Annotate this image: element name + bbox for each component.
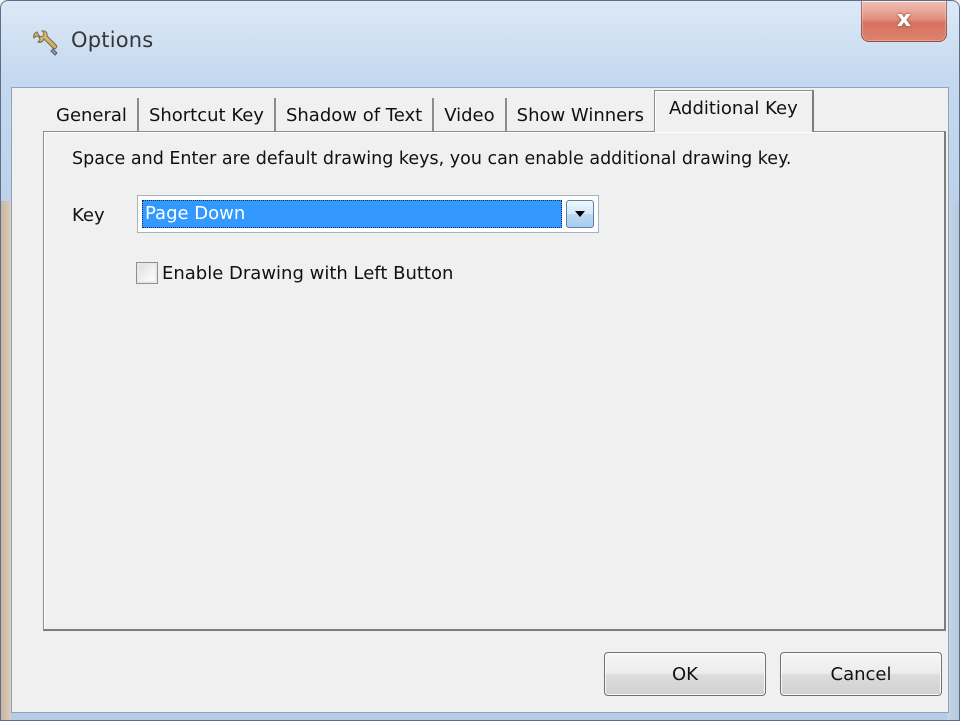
tab-strip: General Shortcut Key Shadow of Text Vide… xyxy=(43,88,814,132)
title-bar[interactable]: Options x xyxy=(1,1,959,87)
additional-key-panel: Space and Enter are default drawing keys… xyxy=(43,131,946,631)
key-select-dropdown-button[interactable] xyxy=(566,200,594,228)
tab-additional-key[interactable]: Additional Key xyxy=(654,90,814,132)
enable-left-button-label: Enable Drawing with Left Button xyxy=(162,262,454,284)
tab-video[interactable]: Video xyxy=(434,98,507,132)
chevron-down-icon xyxy=(575,211,585,217)
dialog-client-area: General Shortcut Key Shadow of Text Vide… xyxy=(11,87,949,713)
wrench-icon xyxy=(31,29,59,57)
cancel-button[interactable]: Cancel xyxy=(780,652,942,696)
tab-shadow-of-text[interactable]: Shadow of Text xyxy=(276,98,435,132)
key-label: Key xyxy=(72,205,105,226)
options-dialog: Options x General Shortcut Key Shadow of… xyxy=(0,0,960,721)
panel-description: Space and Enter are default drawing keys… xyxy=(72,149,792,169)
ok-button[interactable]: OK xyxy=(604,652,766,696)
close-icon: x xyxy=(896,7,912,32)
tab-shortcut-key[interactable]: Shortcut Key xyxy=(139,98,276,132)
window-title: Options xyxy=(71,28,154,52)
frame-left-edge xyxy=(1,201,11,720)
key-select-value: Page Down xyxy=(142,200,562,228)
enable-left-button-option[interactable]: Enable Drawing with Left Button xyxy=(136,262,453,284)
key-select[interactable]: Page Down xyxy=(137,195,599,233)
tab-general[interactable]: General xyxy=(43,98,139,132)
tab-show-winners[interactable]: Show Winners xyxy=(507,98,654,132)
close-button[interactable]: x xyxy=(861,1,947,42)
enable-left-button-checkbox[interactable] xyxy=(136,262,158,284)
